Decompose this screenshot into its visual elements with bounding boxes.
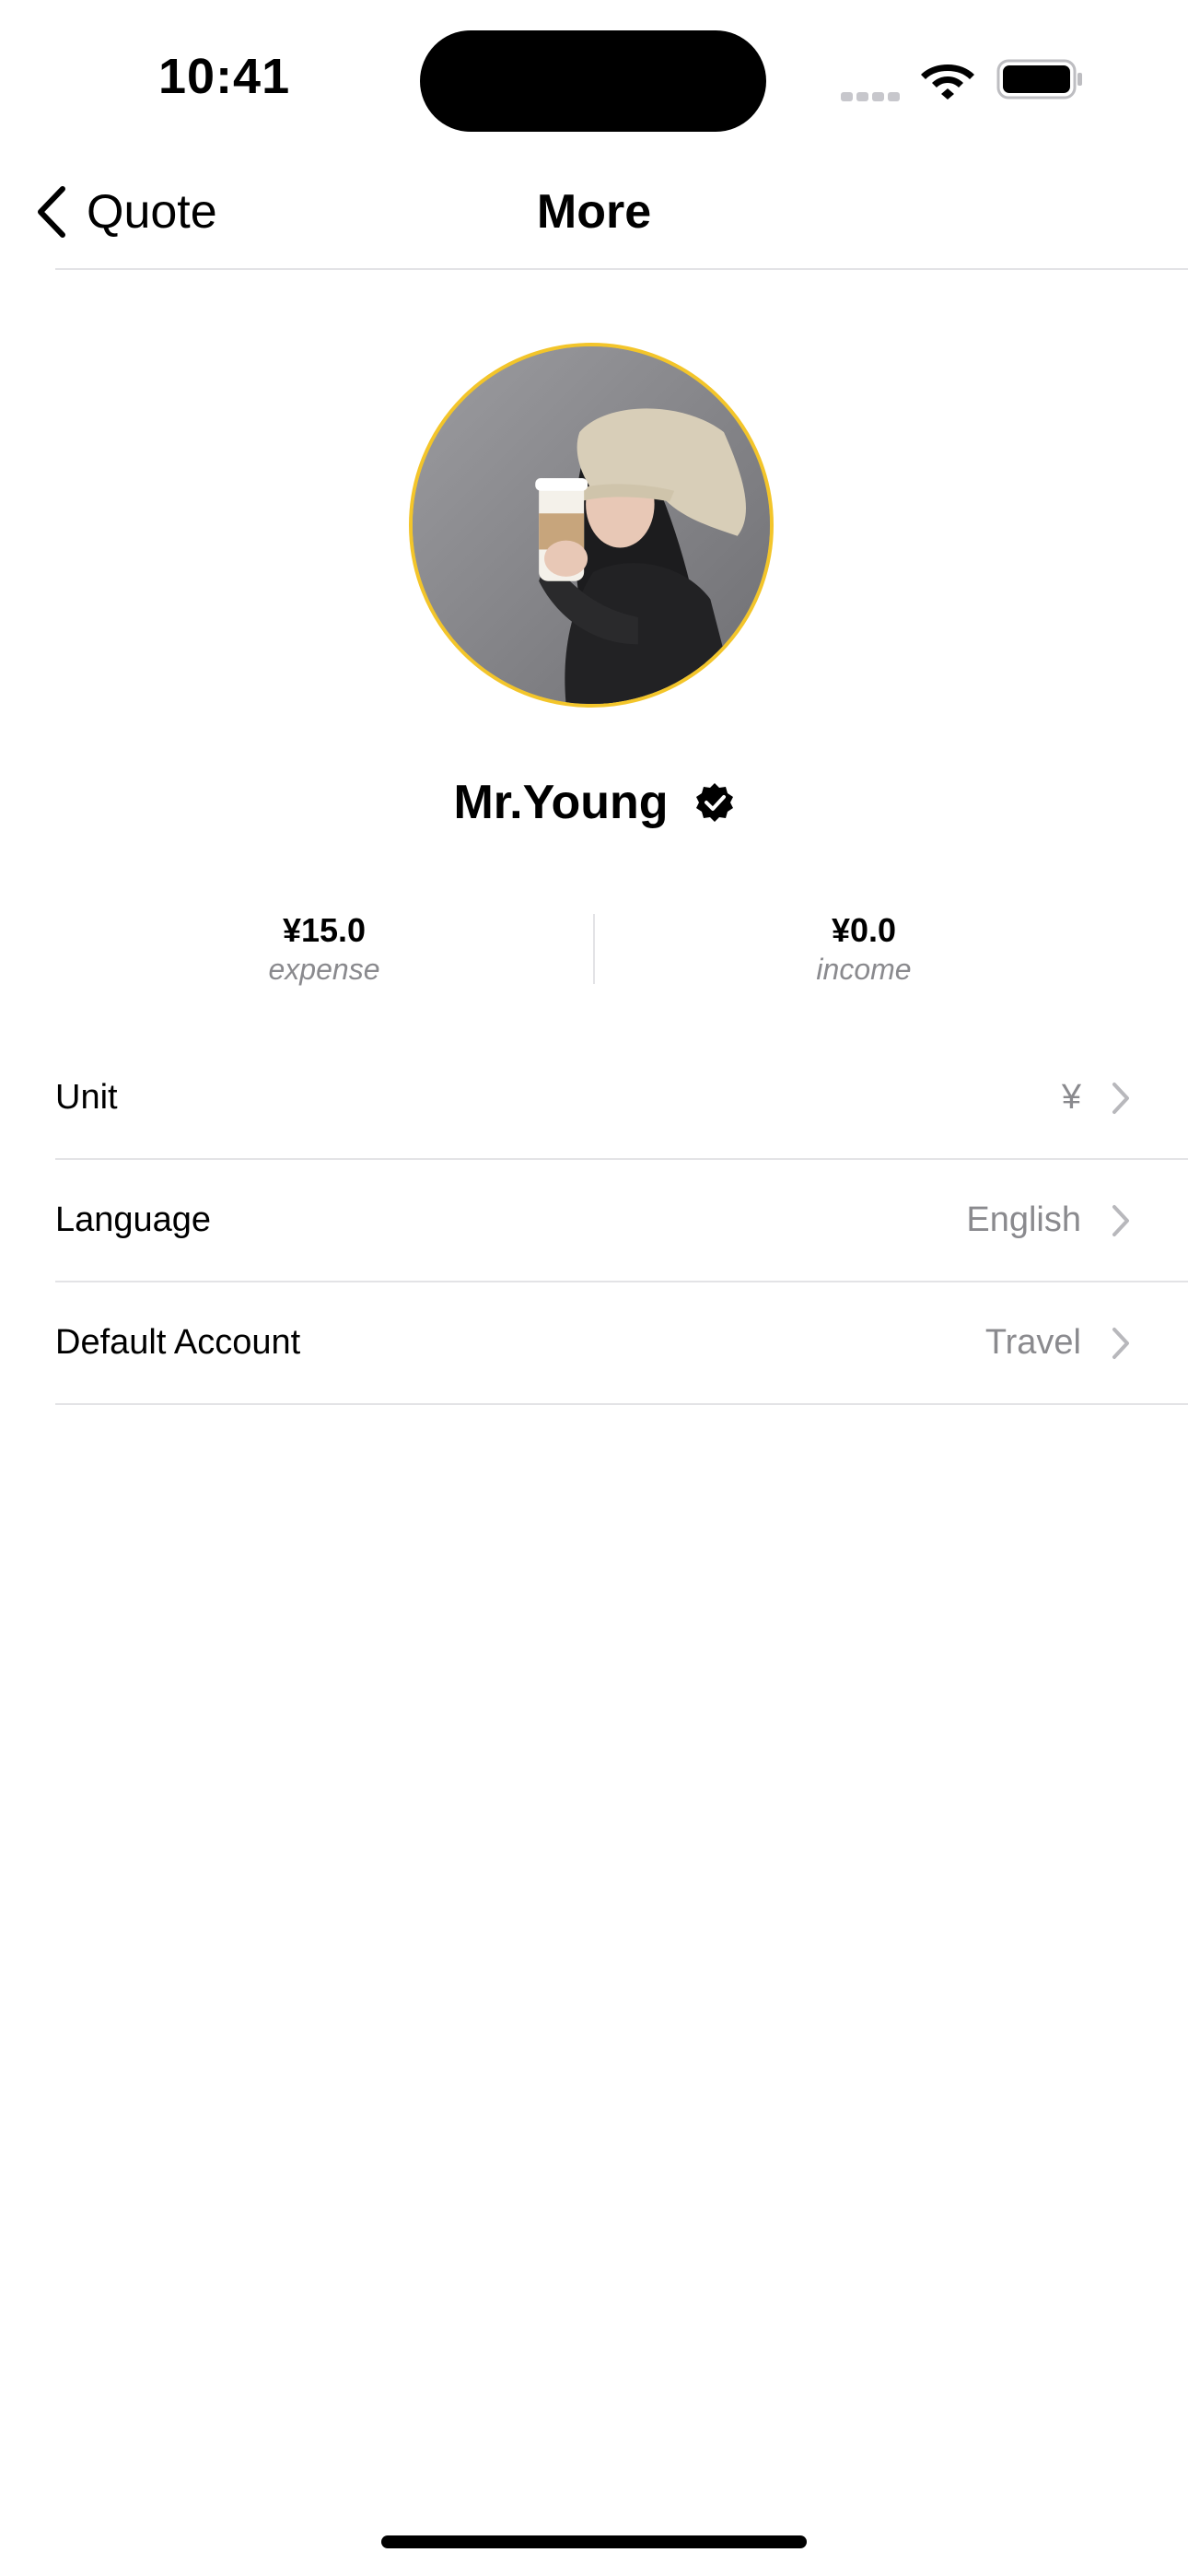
settings-row-value: Travel (984, 1323, 1081, 1362)
stat-income-label: income (816, 953, 912, 986)
settings-row-default-account[interactable]: Default Account Travel (55, 1282, 1188, 1405)
verified-badge-icon (695, 783, 733, 822)
settings-list: Unit ¥ Language English Default Account … (55, 1037, 1188, 1405)
status-time: 10:41 (158, 49, 291, 104)
nav-divider (55, 268, 1188, 270)
settings-row-value: ¥ (1061, 1078, 1081, 1117)
settings-row-label: Language (55, 1200, 212, 1239)
home-indicator[interactable] (381, 2535, 807, 2548)
chevron-right-icon (1112, 1204, 1129, 1236)
profile-name: Mr.Young (453, 776, 669, 829)
settings-row-value: English (966, 1200, 1081, 1239)
chevron-right-icon (1112, 1082, 1129, 1114)
cell-signal-icon (841, 85, 903, 101)
back-button[interactable]: Quote (33, 177, 217, 247)
settings-row-label: Default Account (55, 1323, 301, 1362)
stats-summary: ¥15.0 expense ¥0.0 income (55, 910, 1133, 993)
stat-expense-label: expense (268, 953, 380, 986)
profile-name-row: Mr.Young (0, 770, 1188, 835)
status-bar: 10:41 (0, 0, 1188, 157)
chevron-left-icon (38, 186, 65, 238)
stat-income-value: ¥0.0 (831, 911, 897, 949)
battery-icon (996, 59, 1082, 100)
settings-row-label: Unit (55, 1078, 118, 1117)
stat-income: ¥0.0 income (595, 910, 1133, 993)
settings-row-language[interactable]: Language English (55, 1160, 1188, 1282)
settings-row-unit[interactable]: Unit ¥ (55, 1037, 1188, 1160)
avatar[interactable] (409, 343, 774, 708)
wifi-icon (921, 64, 974, 100)
stat-expense: ¥15.0 expense (55, 910, 593, 993)
chevron-right-icon (1112, 1327, 1129, 1359)
dynamic-island (420, 30, 766, 132)
back-button-label: Quote (87, 185, 217, 239)
navigation-bar: More Quote (0, 157, 1188, 270)
avatar-photo (413, 346, 770, 704)
stat-expense-value: ¥15.0 (282, 911, 367, 949)
